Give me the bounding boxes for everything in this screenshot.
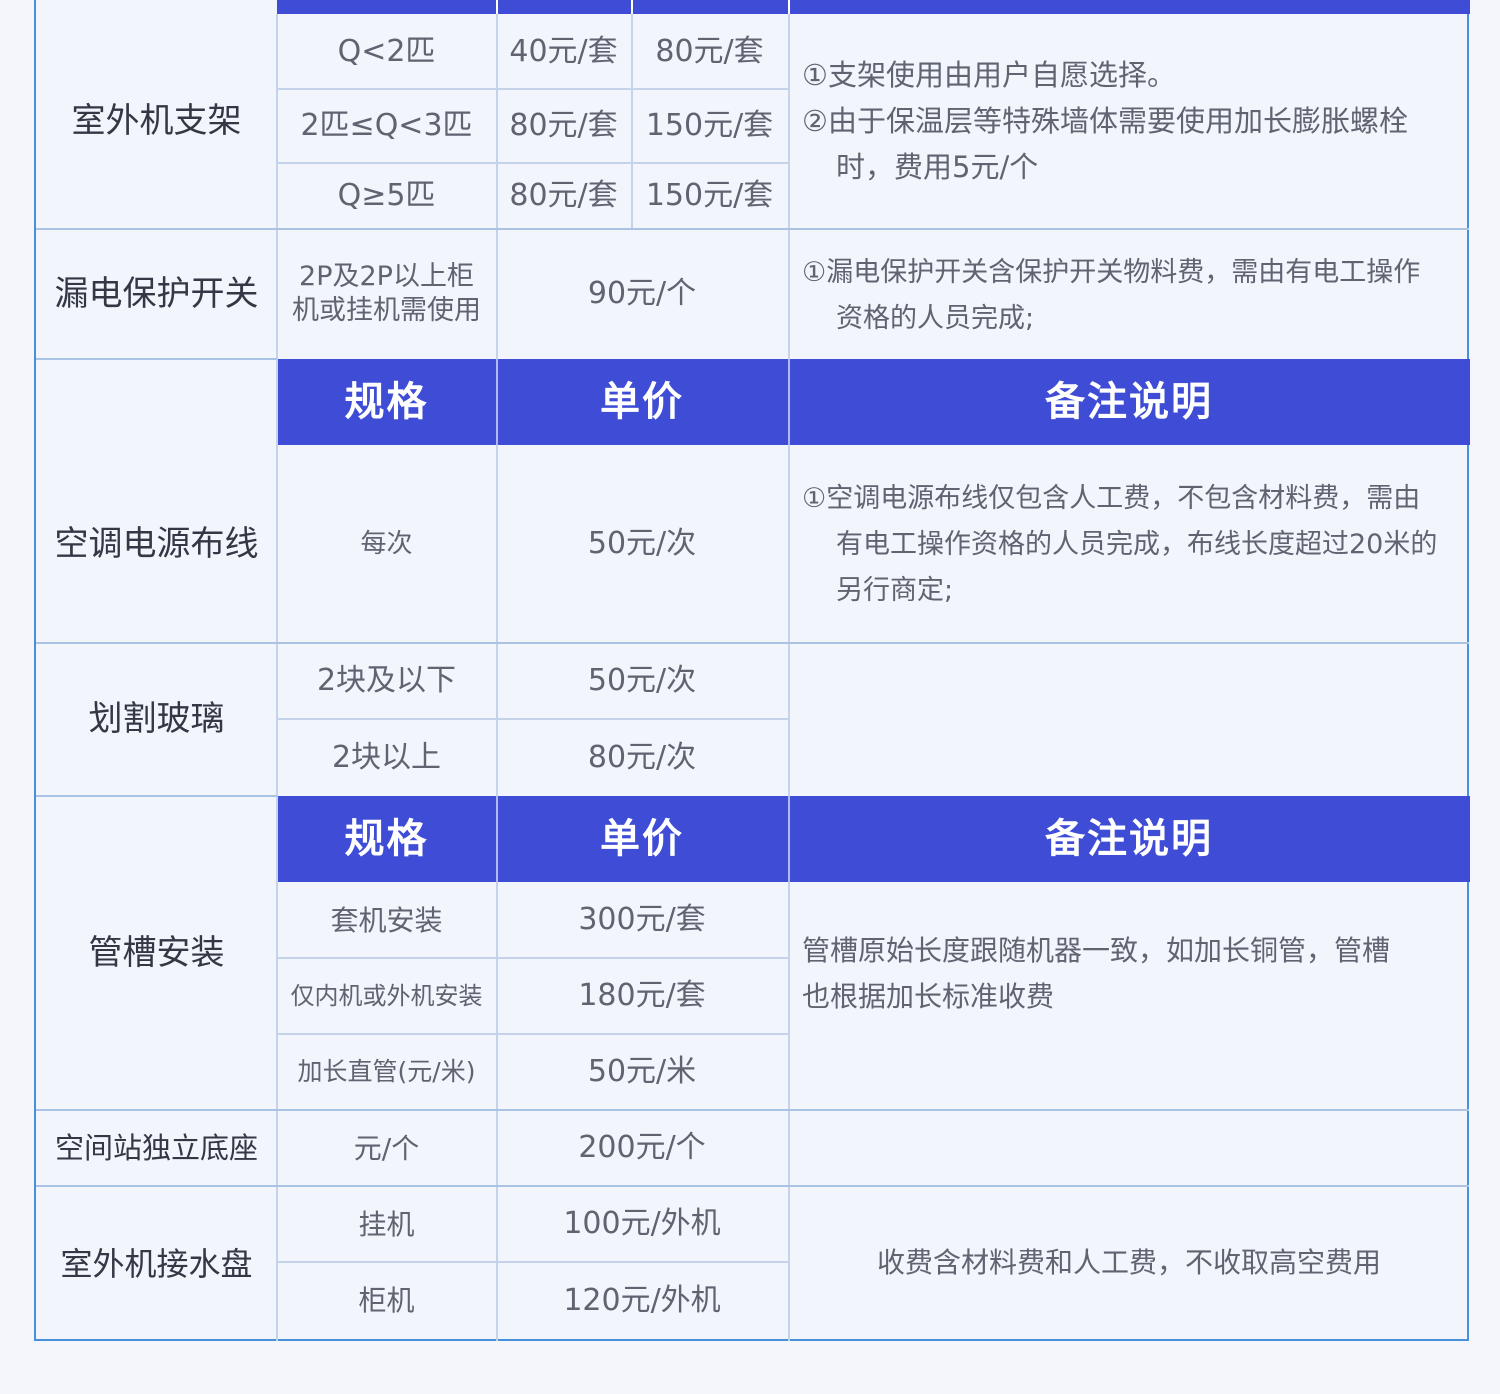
grid-line <box>277 718 788 720</box>
remark-line: 也根据加长标准收费 <box>802 980 1055 1013</box>
grid-line <box>788 445 790 796</box>
header-remark: 备注说明 <box>1045 816 1213 862</box>
spec-cell: 2P及2P以上柜 机或挂机需使用 <box>277 229 496 359</box>
remark-leakage: ①漏电保护开关含保护开关物料费，需由有电工操作 资格的人员完成; <box>802 250 1470 342</box>
spec-cell: 2块及以下 <box>316 663 457 699</box>
spec-cell: 仅内机或外机安装 <box>290 982 483 1010</box>
price-cell: 50元/米 <box>587 1054 697 1090</box>
price-cell: 200元/个 <box>578 1130 706 1166</box>
grid-line <box>496 882 498 1341</box>
grid-line <box>36 358 277 360</box>
remark-line: 有电工操作资格的人员完成，布线长度超过20米的 <box>836 529 1438 560</box>
price-cell: 80元/套 <box>509 178 618 214</box>
spec-cell: Q<2匹 <box>337 33 436 69</box>
price-cell: 150元/套 <box>645 108 774 144</box>
spec-line: 2P及2P以上柜 <box>299 261 474 293</box>
category-outdoor-bracket: 室外机支架 <box>71 101 242 142</box>
spec-cell: 加长直管(元/米) <box>297 1057 476 1087</box>
grid-line <box>631 14 633 229</box>
remark-line: ①漏电保护开关含保护开关物料费，需由有电工操作 <box>802 257 1421 288</box>
grid-line <box>277 1261 788 1263</box>
remark-drip-tray: 收费含材料费和人工费，不收取高空费用 <box>876 1246 1381 1279</box>
divider <box>788 359 790 445</box>
remark-line: 时，费用5元/个 <box>836 150 1039 184</box>
grid-line <box>277 88 788 90</box>
header-remark: 备注说明 <box>1045 379 1213 425</box>
price-cell: 80元/套 <box>509 108 618 144</box>
remark-line: ②由于保温层等特殊墙体需要使用加长膨胀螺栓 <box>802 104 1408 138</box>
header-price: 单价 <box>600 816 684 862</box>
price-cell: 50元/次 <box>587 526 697 562</box>
grid-line <box>36 642 1469 644</box>
price-cell: 100元/外机 <box>563 1206 721 1242</box>
header-price: 单价 <box>600 379 684 425</box>
grid-line <box>788 14 790 359</box>
remark-line: ①空调电源布线仅包含人工费，不包含材料费，需由 <box>802 483 1421 514</box>
category-duct-install: 管槽安装 <box>88 932 225 973</box>
price-cell: 180元/套 <box>578 978 706 1014</box>
grid-line <box>277 1033 788 1035</box>
grid-line <box>36 795 277 797</box>
remark-bracket: ①支架使用由用户自愿选择。 ②由于保温层等特殊墙体需要使用加长膨胀螺栓 时，费用… <box>802 52 1462 190</box>
grid-line <box>36 228 1469 230</box>
divider <box>496 0 498 14</box>
price-cell: 80元/套 <box>655 33 764 69</box>
grid-line <box>496 445 498 796</box>
category-leakage-switch: 漏电保护开关 <box>54 273 259 314</box>
category-glass-cutting: 划割玻璃 <box>88 699 225 740</box>
grid-line <box>36 1185 1469 1187</box>
remark-line: ①支架使用由用户自愿选择。 <box>802 58 1176 92</box>
grid-line <box>277 162 788 164</box>
spec-cell: 2匹≤Q<3匹 <box>300 108 473 144</box>
price-cell: 150元/套 <box>645 178 774 214</box>
top-header-strip <box>277 0 1470 14</box>
price-cell: 50元/次 <box>587 663 697 699</box>
remark-line: 资格的人员完成; <box>836 303 1035 334</box>
header-spec: 规格 <box>344 816 429 862</box>
grid-line <box>277 957 788 959</box>
grid-line <box>496 14 498 359</box>
remark-duct: 管槽原始长度跟随机器一致，如加长铜管，管槽 也根据加长标准收费 <box>802 928 1470 1020</box>
pricing-table: 室外机支架 Q<2匹 40元/套 80元/套 2匹≤Q<3匹 80元/套 150… <box>34 0 1470 1341</box>
grid-line <box>276 14 278 1341</box>
remark-line: 管槽原始长度跟随机器一致，如加长铜管，管槽 <box>802 934 1391 967</box>
spec-cell: Q≥5匹 <box>337 178 436 214</box>
price-cell: 80元/次 <box>587 739 697 775</box>
price-cell: 40元/套 <box>509 33 618 69</box>
spec-cell: 2块以上 <box>331 739 442 775</box>
divider <box>496 796 498 882</box>
spec-cell: 柜机 <box>358 1284 415 1317</box>
category-standalone-base: 空间站独立底座 <box>54 1130 258 1165</box>
divider <box>631 0 633 14</box>
spec-line: 机或挂机需使用 <box>292 295 481 326</box>
remark-line: 另行商定; <box>836 575 954 606</box>
divider <box>788 0 790 14</box>
price-cell: 90元/个 <box>587 276 697 312</box>
grid-line <box>788 882 790 1341</box>
spec-cell: 元/个 <box>353 1131 420 1165</box>
remark-wiring: ①空调电源布线仅包含人工费，不包含材料费，需由 有电工操作资格的人员完成，布线长… <box>802 476 1470 614</box>
price-cell: 120元/外机 <box>563 1282 721 1318</box>
header-spec: 规格 <box>344 379 429 425</box>
price-cell: 300元/套 <box>578 902 706 938</box>
spec-cell: 套机安装 <box>330 903 443 937</box>
spec-cell: 挂机 <box>358 1207 415 1241</box>
category-drip-tray: 室外机接水盘 <box>60 1244 253 1283</box>
spec-cell: 每次 <box>360 528 413 559</box>
category-power-wiring: 空调电源布线 <box>54 523 259 564</box>
divider <box>788 796 790 882</box>
divider <box>496 359 498 445</box>
grid-line <box>36 1109 1469 1111</box>
